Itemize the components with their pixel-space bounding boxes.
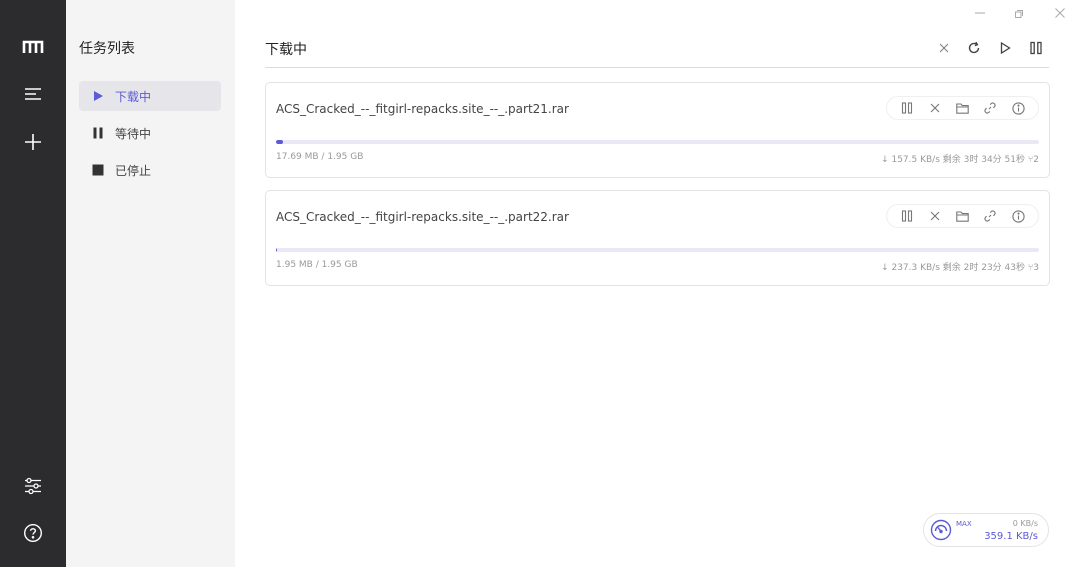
help-icon[interactable]	[0, 517, 66, 549]
pause-icon[interactable]	[898, 207, 916, 225]
delete-icon[interactable]	[934, 38, 954, 58]
refresh-icon[interactable]	[964, 38, 984, 58]
task-speed-info: ↓ 237.3 KB/s 剩余 2时 23分 43秒 ⑂3	[881, 260, 1039, 273]
menu-icon[interactable]	[0, 78, 66, 110]
progress-fill	[276, 140, 283, 144]
time-remaining: 剩余 2时 23分 43秒	[942, 263, 1025, 273]
download-speed: 359.1 KB/s	[984, 531, 1038, 542]
play-icon	[89, 90, 107, 102]
stop-icon	[89, 164, 107, 176]
nav-item-waiting[interactable]: 等待中	[79, 118, 221, 148]
nav-item-label: 等待中	[115, 126, 152, 141]
pause-all-icon[interactable]	[1026, 38, 1046, 58]
delete-icon[interactable]	[926, 207, 944, 225]
speed-mode: MAX	[956, 520, 972, 528]
task-card[interactable]: ACS_Cracked_--_fitgirl-repacks.site_--_.…	[265, 190, 1050, 286]
logo-icon[interactable]	[0, 31, 66, 63]
task-name: ACS_Cracked_--_fitgirl-repacks.site_--_.…	[276, 210, 569, 224]
progress-track	[276, 248, 1039, 252]
pause-icon[interactable]	[898, 99, 916, 117]
link-icon[interactable]	[981, 207, 999, 225]
task-card[interactable]: ACS_Cracked_--_fitgirl-repacks.site_--_.…	[265, 82, 1050, 178]
maximize-icon[interactable]	[1010, 4, 1030, 22]
folder-icon[interactable]	[953, 207, 971, 225]
progress-fill	[276, 248, 277, 252]
nav-item-label: 已停止	[115, 163, 152, 178]
pause-icon	[89, 127, 107, 139]
nav-item-active[interactable]: 下载中	[79, 81, 221, 111]
link-icon[interactable]	[981, 99, 999, 117]
app-window: 任务列表 下载中 等待中 已停止 下载中 ACS_Cracked_--_fitg…	[0, 0, 1080, 567]
minimize-icon[interactable]	[970, 4, 990, 22]
info-icon[interactable]	[1009, 207, 1027, 225]
speedometer-icon	[930, 519, 952, 545]
panel-title: 任务列表	[79, 41, 135, 57]
connections-count: 3	[1033, 263, 1039, 273]
task-speed-info: ↓ 157.5 KB/s 剩余 3时 34分 51秒 ⑂2	[881, 152, 1039, 165]
task-actions	[886, 204, 1039, 228]
resume-all-icon[interactable]	[995, 38, 1015, 58]
download-speed: ↓ 157.5 KB/s	[881, 155, 940, 165]
folder-icon[interactable]	[953, 99, 971, 117]
upload-speed: 0 KB/s	[1012, 519, 1038, 528]
task-size: 1.95 MB / 1.95 GB	[276, 260, 358, 270]
close-icon[interactable]	[1050, 4, 1070, 22]
task-list-panel: 任务列表 下载中 等待中 已停止	[66, 0, 235, 567]
progress-track	[276, 140, 1039, 144]
preferences-icon[interactable]	[0, 470, 66, 502]
info-icon[interactable]	[1009, 99, 1027, 117]
nav-item-stopped[interactable]: 已停止	[79, 155, 221, 185]
add-icon[interactable]	[0, 126, 66, 158]
connections-count: 2	[1033, 155, 1039, 165]
time-remaining: 剩余 3时 34分 51秒	[942, 155, 1025, 165]
side-rail	[0, 0, 66, 567]
download-speed: ↓ 237.3 KB/s	[881, 263, 940, 273]
delete-icon[interactable]	[926, 99, 944, 117]
task-size: 17.69 MB / 1.95 GB	[276, 152, 364, 162]
task-name: ACS_Cracked_--_fitgirl-repacks.site_--_.…	[276, 102, 569, 116]
page-title: 下载中	[265, 42, 307, 58]
speedometer[interactable]: MAX 0 KB/s 359.1 KB/s	[923, 513, 1049, 547]
task-actions	[886, 96, 1039, 120]
nav-item-label: 下载中	[115, 89, 152, 104]
header-divider	[265, 67, 1049, 68]
